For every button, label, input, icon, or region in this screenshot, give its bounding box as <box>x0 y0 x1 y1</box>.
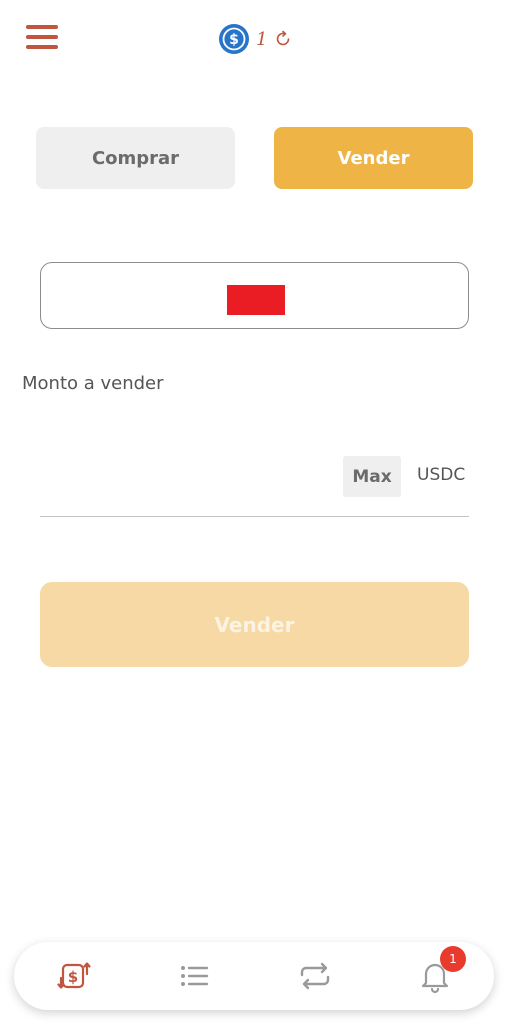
amount-label: Monto a vender <box>22 373 164 394</box>
bottom-navigation: $ 1 <box>14 942 494 1010</box>
buy-tab-button[interactable]: Comprar <box>36 127 235 189</box>
swap-arrows-icon <box>300 962 330 990</box>
currency-label: USDC <box>417 465 466 485</box>
amount-underline <box>40 516 469 517</box>
nav-item-list[interactable] <box>172 956 216 996</box>
svg-text:$: $ <box>68 968 78 986</box>
sell-submit-button[interactable]: Vender <box>40 582 469 667</box>
nav-item-exchange[interactable]: $ <box>53 956 97 996</box>
balance-value: 1 <box>256 28 268 50</box>
list-icon <box>181 966 209 986</box>
sell-screen: $ 1 Comprar Vender Monto a vender Max US… <box>0 0 510 1024</box>
exchange-icon: $ <box>57 962 91 989</box>
balance-indicator: $ 1 <box>218 22 293 56</box>
payment-method-selector[interactable] <box>40 262 469 329</box>
amount-input[interactable] <box>40 450 336 510</box>
usdc-coin-icon: $ <box>219 24 249 54</box>
notification-badge: 1 <box>440 946 466 972</box>
svg-text:$: $ <box>229 32 239 48</box>
flag-image <box>227 285 285 315</box>
nav-item-swap[interactable] <box>293 956 337 996</box>
sell-tab-button[interactable]: Vender <box>274 127 473 189</box>
max-button[interactable]: Max <box>343 456 401 497</box>
hamburger-menu-icon[interactable] <box>26 24 58 50</box>
refresh-icon[interactable] <box>273 29 293 49</box>
